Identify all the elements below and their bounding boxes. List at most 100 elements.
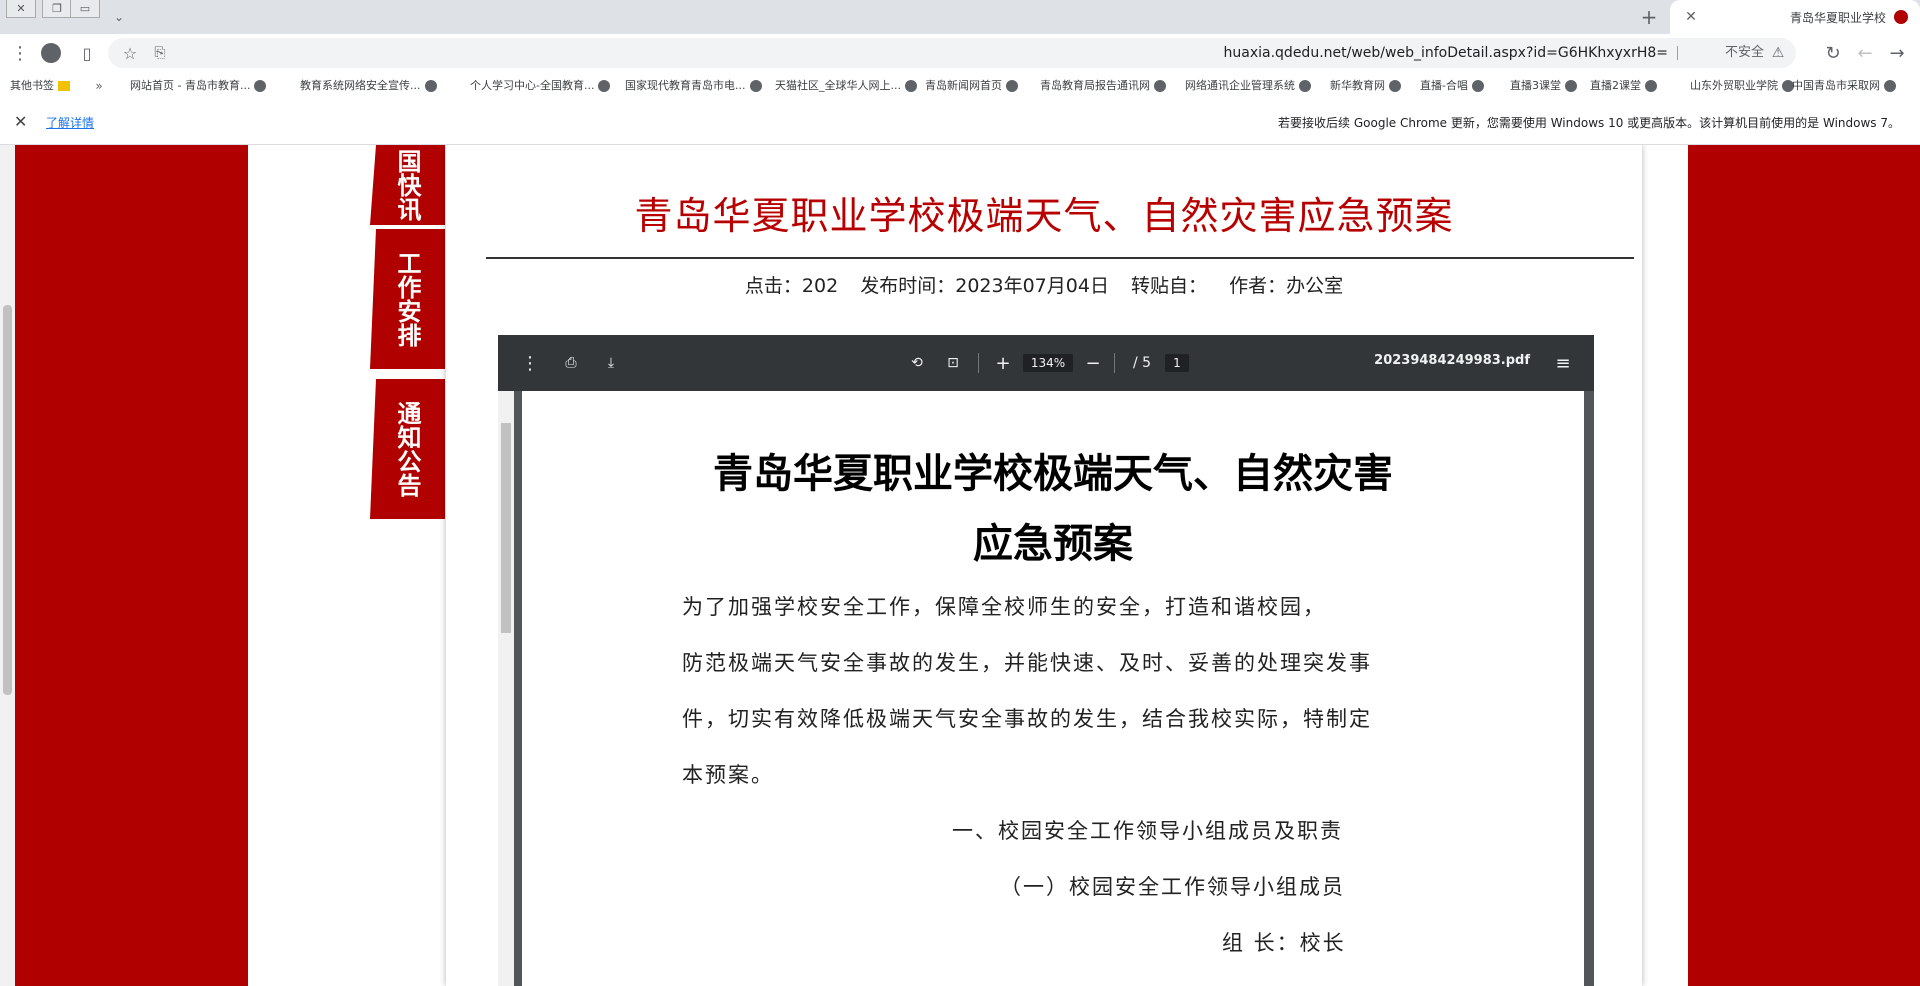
article-panel: 青岛华夏职业学校极端天气、自然灾害应急预案 点击：202 发布时间：2023年0… <box>446 145 1642 986</box>
bookmark-item[interactable]: 天猫社区_全球华人网上... <box>775 78 917 94</box>
bookmark-label: 新华教育网 <box>1330 79 1385 92</box>
minimize-window-icon[interactable]: ▭ <box>70 0 100 18</box>
globe-icon <box>905 80 917 92</box>
omnibox[interactable]: ☆ ⎘ huaxia.qdedu.net/web/web_infoDetail.… <box>108 38 1796 68</box>
infobar-message: 若要接收后续 Google Chrome 更新，您需要使用 Windows 10… <box>1278 116 1900 130</box>
learn-more-link[interactable]: 了解详情 <box>46 114 94 131</box>
restore-window-icon[interactable]: ❐ <box>42 0 72 18</box>
page-current: 1 <box>1165 354 1189 372</box>
page-scroll-thumb[interactable] <box>3 305 12 695</box>
zoom-level[interactable]: 134% <box>1022 353 1074 373</box>
meta-author: 作者：办公室 <box>1229 275 1344 297</box>
menu-icon[interactable]: ⋮ <box>10 42 30 64</box>
page-total: / 5 <box>1132 355 1152 371</box>
pdf-title-line2: 应急预案 <box>973 520 1133 567</box>
globe-icon <box>1565 80 1577 92</box>
pdf-title-line1: 青岛华夏职业学校极端天气、自然灾害 <box>713 450 1393 497</box>
page-scrollbar[interactable] <box>0 145 15 986</box>
bookmark-label: 个人学习中心-全国教育... <box>470 79 595 92</box>
bookmark-item[interactable]: 教育系统网络安全宣传... <box>300 78 437 94</box>
bookmark-item[interactable]: 直播2课堂 <box>1590 78 1657 94</box>
globe-icon <box>424 80 437 92</box>
tab-search-icon[interactable]: ⌄ <box>108 6 130 28</box>
pdf-text-line: 本预案。 <box>682 763 774 787</box>
share-icon[interactable]: ⎘ <box>150 43 170 63</box>
bookmark-item[interactable]: 直播-合唱 <box>1420 78 1484 94</box>
bookmark-item[interactable]: 个人学习中心-全国教育... <box>470 78 611 94</box>
pdf-filename: 20239484249983.pdf <box>1374 353 1530 368</box>
title-divider <box>486 257 1634 259</box>
back-icon[interactable]: → <box>1886 42 1908 64</box>
bookmark-label: 青岛新闻网首页 <box>925 79 1002 92</box>
bookmark-item[interactable]: 国家现代教育青岛市电... <box>625 78 762 94</box>
tab-active[interactable]: ✕ 青岛华夏职业学校 <box>1670 0 1920 34</box>
bookmark-label: 网站首页 - 青岛市教育... <box>130 79 251 92</box>
pdf-text-line: 件，切实有效降低极端天气安全事故的发生，结合我校实际，特制定 <box>682 707 1372 731</box>
thumbnails-menu-icon[interactable]: ≡ <box>1552 353 1574 374</box>
more-bookmarks-icon[interactable]: » <box>92 78 106 94</box>
page-input[interactable]: 1 <box>1162 353 1192 373</box>
more-options-icon[interactable]: ⋮ <box>521 353 539 374</box>
side-nav: 国快讯 工作安排 通知公告 <box>370 145 445 986</box>
bookmark-item[interactable]: 青岛教育局报告通讯网 <box>1040 78 1166 94</box>
rotate-icon[interactable]: ⟲ <box>906 353 928 373</box>
pdf-text-line: 组 长：校长 <box>1222 931 1346 955</box>
bookmark-label: 天猫社区_全球华人网上... <box>775 79 901 92</box>
bookmark-item[interactable]: 新华教育网 <box>1330 78 1401 94</box>
bookmark-item[interactable]: 山东外贸职业学院 <box>1690 78 1794 94</box>
globe-icon <box>254 80 267 92</box>
globe-icon <box>598 80 611 92</box>
zoom-out-icon[interactable]: − <box>1082 353 1104 374</box>
globe-icon <box>1389 80 1401 92</box>
pdf-text-line: （一）校园安全工作领导小组成员 <box>1000 875 1345 899</box>
side-tab-news[interactable]: 国快讯 <box>370 145 445 225</box>
pdf-scroll-thumb[interactable] <box>501 423 511 633</box>
toolbar-divider <box>1114 353 1115 373</box>
pdf-page: 青岛华夏职业学校极端天气、自然灾害 应急预案 为了加强学校安全工作，保障全校师生… <box>522 391 1584 986</box>
pdf-scrollbar[interactable] <box>498 391 514 986</box>
globe-icon <box>1006 80 1018 92</box>
reload-icon[interactable]: ↻ <box>1822 42 1844 64</box>
side-tab-work[interactable]: 工作安排 <box>370 229 445 369</box>
forward-icon[interactable]: ← <box>1854 42 1876 64</box>
bookmark-label: 教育系统网络安全宣传... <box>300 79 421 92</box>
bookmark-item[interactable]: 网站首页 - 青岛市教育... <box>130 78 267 94</box>
bookmark-label: 直播2课堂 <box>1590 79 1641 92</box>
bookmark-label: 国家现代教育青岛市电... <box>625 79 746 92</box>
bookmark-other[interactable]: 其他书签 <box>10 78 70 94</box>
bookmark-item[interactable]: 网络通讯企业管理系统 <box>1185 78 1311 94</box>
bookmark-star-icon[interactable]: ☆ <box>120 43 140 63</box>
url-text[interactable]: huaxia.qdedu.net/web/web_infoDetail.aspx… <box>1224 38 1668 68</box>
bookmark-label: 山东外贸职业学院 <box>1690 79 1778 92</box>
separator <box>1677 46 1678 60</box>
profile-icon[interactable] <box>40 42 62 64</box>
warning-icon[interactable]: ⚠ <box>1768 43 1788 63</box>
side-panel-icon[interactable]: ▯ <box>76 42 98 64</box>
meta-date: 发布时间：2023年07月04日 <box>860 275 1109 297</box>
fit-page-icon[interactable]: ⊡ <box>942 353 964 373</box>
pdf-toolbar: ⋮ ⎙ ⤓ ⟲ ⊡ + 134% − / 5 1 20239484249983.… <box>498 335 1594 391</box>
globe-icon <box>749 80 762 92</box>
bookmark-item[interactable]: 直播3课堂 <box>1510 78 1577 94</box>
security-label[interactable]: 不安全 <box>1725 38 1764 68</box>
side-tab-label: 通知公告 <box>393 401 422 497</box>
bookmark-label: 网络通讯企业管理系统 <box>1185 79 1295 92</box>
globe-icon <box>1645 80 1657 92</box>
close-tab-icon[interactable]: ✕ <box>1682 8 1700 26</box>
globe-icon <box>1471 80 1484 92</box>
print-icon[interactable]: ⎙ <box>560 353 582 373</box>
globe-icon <box>1154 80 1166 92</box>
favicon-icon <box>1894 10 1908 24</box>
side-tab-notice[interactable]: 通知公告 <box>370 379 445 519</box>
download-icon[interactable]: ⤓ <box>600 353 622 373</box>
close-window-icon[interactable]: ✕ <box>6 0 36 18</box>
zoom-in-icon[interactable]: + <box>992 353 1014 374</box>
bookmark-item[interactable]: 青岛新闻网首页 <box>925 78 1018 94</box>
globe-icon <box>1884 80 1896 92</box>
close-infobar-icon[interactable]: ✕ <box>14 112 27 131</box>
new-tab-icon[interactable]: + <box>1638 5 1660 29</box>
tab-strip: ✕ ❐ ▭ ⌄ + ✕ 青岛华夏职业学校 <box>0 0 1920 34</box>
meta-hits: 点击：202 <box>744 275 839 297</box>
bookmarks-bar: 其他书签 » 网站首页 - 青岛市教育... 教育系统网络安全宣传... 个人学… <box>0 72 1920 100</box>
bookmark-item[interactable]: 中国青岛市采取网 <box>1792 78 1896 94</box>
